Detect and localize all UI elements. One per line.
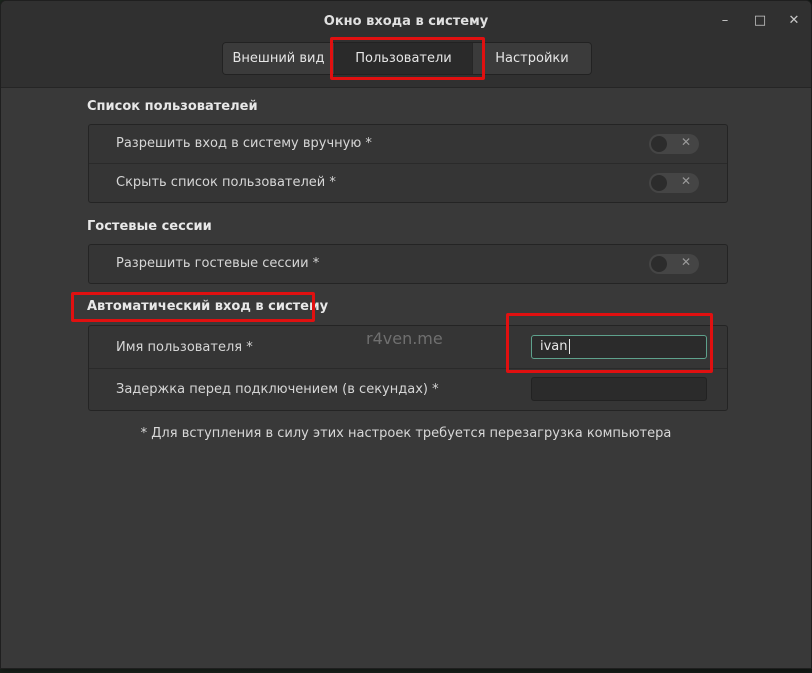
tab-users[interactable]: Пользователи: [335, 43, 473, 74]
toggle-off-icon: ✕: [680, 174, 691, 188]
text-cursor: [568, 339, 570, 354]
row-hide-user-list: Скрыть список пользователей * ✕: [89, 164, 727, 202]
allow-guest-label: Разрешить гостевые сессии *: [116, 256, 320, 271]
toggle-knob: [651, 175, 667, 191]
login-delay-label: Задержка перед подключением (в секундах)…: [116, 382, 439, 397]
watermark: r4ven.me: [366, 329, 443, 348]
window-title: Окно входа в систему: [323, 14, 489, 29]
users-list-title: Список пользователей: [87, 99, 258, 114]
autologin-title: Автоматический вход в систему: [87, 299, 329, 314]
toggle-knob: [651, 256, 667, 272]
manual-login-toggle[interactable]: ✕: [649, 134, 699, 154]
toggle-off-icon: ✕: [680, 255, 691, 269]
manual-login-label: Разрешить вход в систему вручную *: [116, 136, 372, 151]
users-list-group: Разрешить вход в систему вручную * ✕ Скр…: [88, 124, 728, 203]
hide-user-list-label: Скрыть список пользователей *: [116, 175, 336, 190]
guest-sessions-title: Гостевые сессии: [87, 219, 212, 234]
username-input[interactable]: ivan: [531, 335, 707, 359]
toggle-knob: [651, 136, 667, 152]
username-label: Имя пользователя *: [116, 340, 253, 355]
guest-sessions-group: Разрешить гостевые сессии * ✕: [88, 244, 728, 284]
login-delay-input[interactable]: [531, 377, 707, 401]
titlebar: Окно входа в систему – □ ✕ Внешний вид П…: [1, 1, 811, 88]
tab-settings[interactable]: Настройки: [473, 43, 591, 74]
tab-appearance[interactable]: Внешний вид: [223, 43, 335, 74]
row-manual-login: Разрешить вход в систему вручную * ✕: [89, 125, 727, 164]
reboot-note: * Для вступления в силу этих настроек тр…: [140, 426, 672, 441]
toggle-off-icon: ✕: [680, 135, 691, 149]
close-icon[interactable]: ✕: [785, 12, 803, 30]
minimize-icon[interactable]: –: [716, 12, 734, 30]
tab-bar: Внешний вид Пользователи Настройки: [222, 42, 592, 75]
maximize-icon[interactable]: □: [751, 12, 769, 30]
row-allow-guest: Разрешить гостевые сессии * ✕: [89, 245, 727, 283]
row-login-delay: Задержка перед подключением (в секундах)…: [89, 369, 727, 410]
allow-guest-toggle[interactable]: ✕: [649, 254, 699, 274]
username-value: ivan: [540, 339, 568, 354]
login-window: Окно входа в систему – □ ✕ Внешний вид П…: [0, 0, 812, 669]
hide-user-list-toggle[interactable]: ✕: [649, 173, 699, 193]
